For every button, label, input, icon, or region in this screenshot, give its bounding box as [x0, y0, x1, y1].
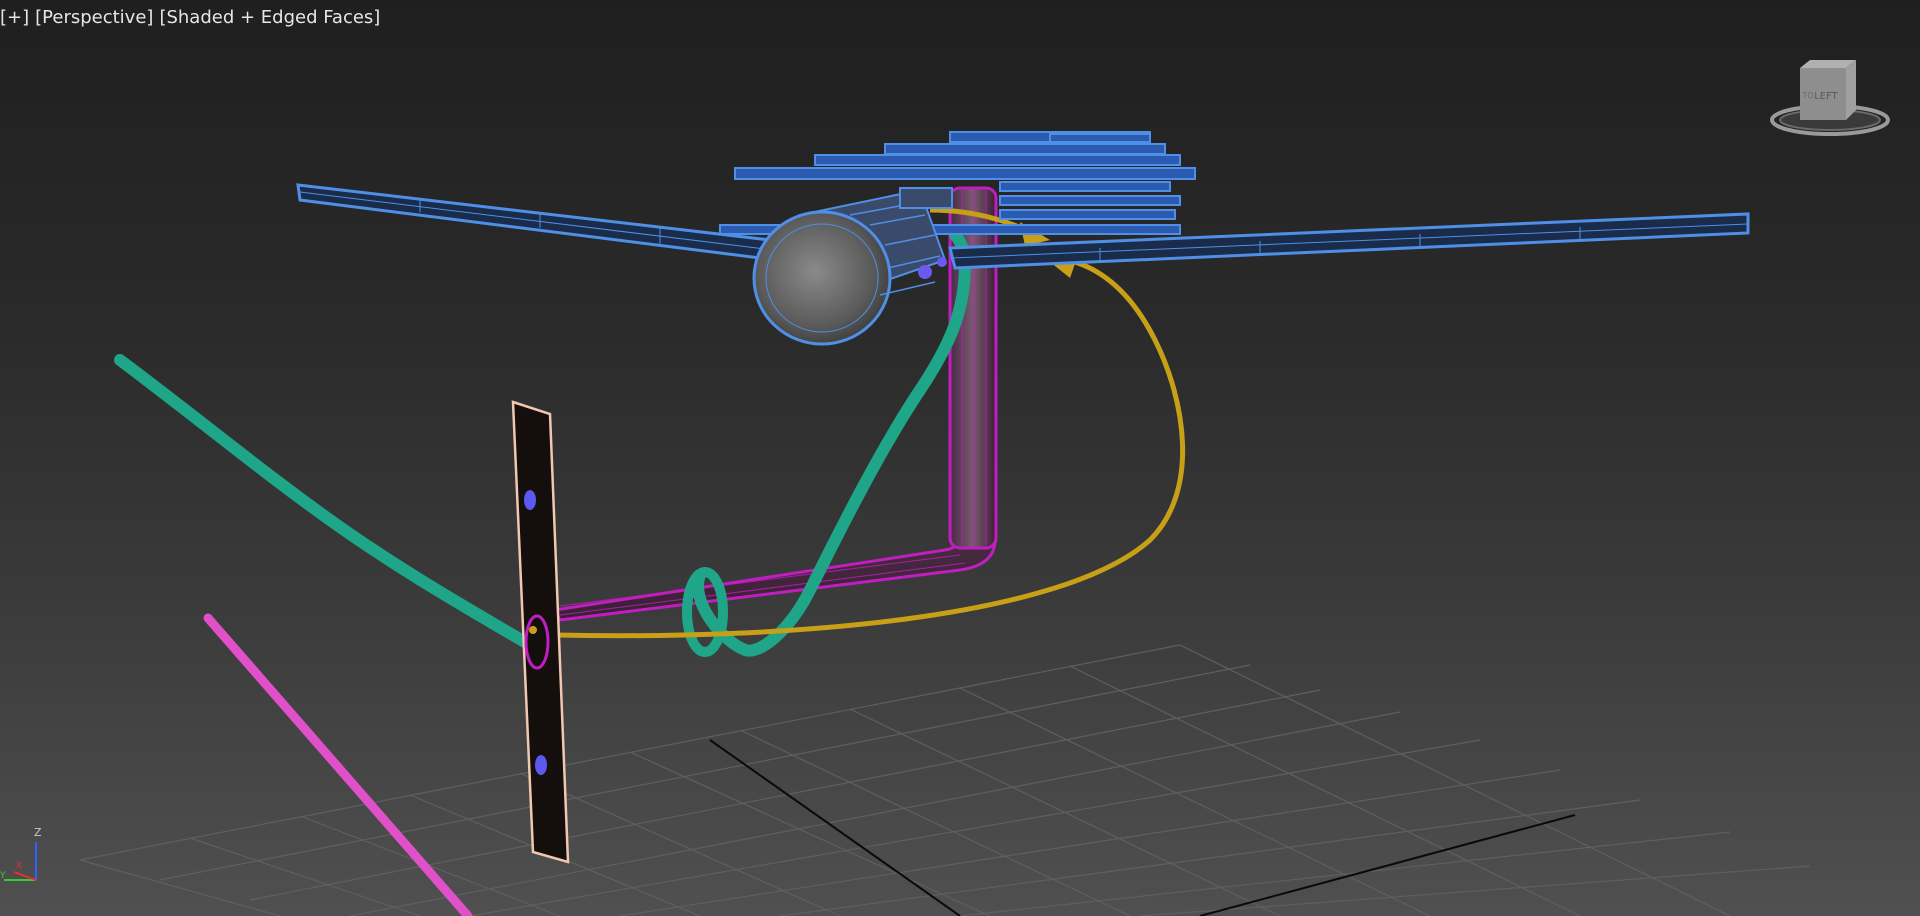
blade-left[interactable] [296, 183, 773, 260]
viewcube-icon[interactable]: LEFT TO [1768, 54, 1898, 144]
axis-x-label: X [16, 861, 22, 871]
viewcube-side-label: TO [1801, 91, 1813, 100]
blade-left-wire [299, 191, 766, 250]
perspective-viewport[interactable]: [+] [Perspective] [Shaded + Edged Faces] [0, 0, 1920, 916]
hub-drum[interactable] [752, 187, 953, 346]
vertical-post[interactable] [511, 400, 570, 864]
axis-tripod-gizmo: Z X Y [0, 816, 60, 886]
axis-z-label: Z [34, 826, 42, 839]
pink-cable[interactable] [203, 613, 473, 916]
axis-y-label: Y [0, 871, 6, 881]
viewcube-face-label: LEFT [1814, 91, 1838, 102]
scene-canvas[interactable] [0, 0, 1920, 916]
green-cable-left[interactable] [114, 354, 536, 651]
viewcube-widget[interactable]: LEFT TO [1768, 54, 1898, 144]
ground-grid-axes [709, 739, 1576, 916]
ground-grid [79, 644, 1811, 916]
